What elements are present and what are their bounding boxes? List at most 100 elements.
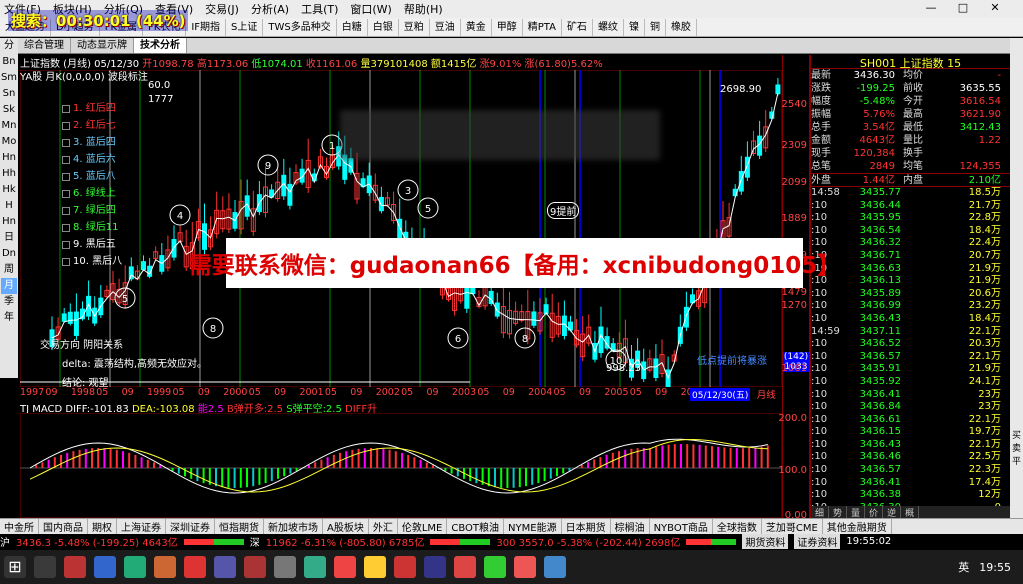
app-icon-7[interactable] [244,556,266,578]
search-icon[interactable] [34,556,56,578]
period-button[interactable]: Dn [2,246,16,262]
tick-price: 3436.52 [859,338,901,350]
market-tab[interactable]: 伦敦LME [398,519,448,534]
tick-list[interactable]: 14:58 3435.77 18.5万:10 3436.44 21.7万:10 3435.… [811,187,1010,514]
market-tab[interactable]: NYBOT商品 [650,519,713,534]
period-button[interactable]: 分 [4,38,14,54]
toolbar-item[interactable]: 铜 [645,18,666,36]
market-tab[interactable]: 外汇 [369,519,398,534]
market-tab[interactable]: 上海证券 [117,519,166,534]
buy-button[interactable]: 买 [1010,428,1023,441]
app-icon-6[interactable] [214,556,236,578]
quote-panel-tab[interactable]: 逆 [883,506,902,519]
quote-panel-tab[interactable]: 势 [829,506,848,519]
market-tab[interactable]: NYME能源 [504,519,562,534]
market-tab[interactable]: 国内商品 [39,519,88,534]
toolbar-item[interactable]: 黄金 [461,18,492,36]
market-tab[interactable]: 日本期货 [562,519,611,534]
period-button[interactable]: Bn [2,54,15,70]
app-icon-9[interactable] [304,556,326,578]
toolbar-item[interactable]: S上证 [226,18,264,36]
menu-window[interactable]: 窗口(W) [350,1,391,17]
period-button[interactable]: 日 [4,230,14,246]
language-indicator[interactable]: 英 [958,559,969,575]
toolbar-item[interactable]: 豆油 [430,18,461,36]
tick-time: :10 [811,287,828,299]
quote-panel-tab[interactable]: 价 [865,506,884,519]
menu-tools[interactable]: 工具(T) [301,1,338,17]
period-button[interactable]: 月 [1,278,17,294]
period-button[interactable]: Sm [1,70,17,86]
market-tab[interactable]: A股板块 [323,519,369,534]
app-icon-10[interactable] [334,556,356,578]
period-button[interactable]: Hn [2,150,16,166]
quote-panel-tab[interactable]: 细 [811,506,830,519]
quote-panel-tab[interactable]: 概 [901,506,920,519]
period-button[interactable]: Mn [2,118,17,134]
market-tab[interactable]: 棕榈油 [611,519,650,534]
app-icon-12[interactable] [394,556,416,578]
app-icon-14[interactable] [454,556,476,578]
quote-panel-tab[interactable]: 量 [847,506,866,519]
maximize-button[interactable]: □ [953,1,973,14]
market-tab[interactable]: 新加坡市场 [264,519,323,534]
period-button[interactable]: Hk [2,182,15,198]
toolbar-item[interactable]: 矿石 [562,18,593,36]
app-icon-15[interactable] [484,556,506,578]
app-icon-16[interactable] [514,556,536,578]
app-icon-1[interactable] [64,556,86,578]
market-tab[interactable]: 恒指期货 [215,519,264,534]
period-button[interactable]: Hh [2,166,16,182]
tab-technical-analysis[interactable]: 技术分析 [134,38,187,53]
menu-help[interactable]: 帮助(H) [404,1,443,17]
close-button[interactable]: ✕ [985,1,1005,14]
toolbar-item[interactable]: 精PTA [523,18,562,36]
period-button[interactable]: Mo [2,134,17,150]
toolbar-item[interactable]: 螺纹 [593,18,624,36]
app-icon-3[interactable] [124,556,146,578]
toolbar-item[interactable]: 橡胶 [666,18,697,36]
period-button[interactable]: H [5,198,13,214]
period-button[interactable]: Hn [2,214,16,230]
macd-chart[interactable] [20,413,782,518]
app-icon-2[interactable] [94,556,116,578]
period-button[interactable]: Sn [3,86,16,102]
windows-start-icon[interactable]: ⊞ [4,556,26,578]
toolbar-item[interactable]: 豆粕 [399,18,430,36]
menu-trade[interactable]: 交易(J) [205,1,239,17]
period-button[interactable]: 季 [4,294,14,310]
period-button[interactable]: 年 [4,310,14,326]
tab-dynamic-board[interactable]: 动态显示牌 [71,38,134,53]
app-icon-5[interactable] [184,556,206,578]
toolbar-item[interactable]: IF期指 [186,18,227,36]
toolbar-item[interactable]: 甲醇 [492,18,523,36]
low-label: 998.23 [606,363,641,374]
app-icon-13[interactable] [424,556,446,578]
toolbar-item[interactable]: TWS多品种交 [263,18,337,36]
futures-info-button[interactable]: 期货资料 [742,534,789,549]
app-icon-4[interactable] [154,556,176,578]
period-button[interactable]: Sk [3,102,15,118]
app-icon-17[interactable] [544,556,566,578]
market-tab[interactable]: 全球指数 [713,519,762,534]
menu-analyze[interactable]: 分析(A) [251,1,289,17]
period-button[interactable]: 周 [4,262,14,278]
market-tab[interactable]: 其他金融期货 [823,519,892,534]
tab-overview[interactable]: 综合管理 [18,38,71,53]
market-tab[interactable]: 深圳证券 [166,519,215,534]
toolbar-item[interactable]: 镍 [624,18,645,36]
minimize-button[interactable]: — [921,1,941,14]
app-icon-8[interactable] [274,556,296,578]
market-tab[interactable]: 芝加哥CME [762,519,823,534]
app-icon-11[interactable] [364,556,386,578]
tick-price: 3436.44 [859,199,901,211]
sh-index: 3436.3 -5.48% (-199.25) 4643亿 [16,538,178,549]
securities-info-button[interactable]: 证券资料 [794,534,841,549]
market-tab[interactable]: 期权 [88,519,117,534]
sell-button[interactable]: 卖 [1010,441,1023,454]
close-position-button[interactable]: 平 [1010,454,1023,467]
market-tab[interactable]: CBOT粮油 [447,519,505,534]
toolbar-item[interactable]: 白银 [368,18,399,36]
market-tab[interactable]: 中金所 [0,519,39,534]
toolbar-item[interactable]: 白糖 [337,18,368,36]
